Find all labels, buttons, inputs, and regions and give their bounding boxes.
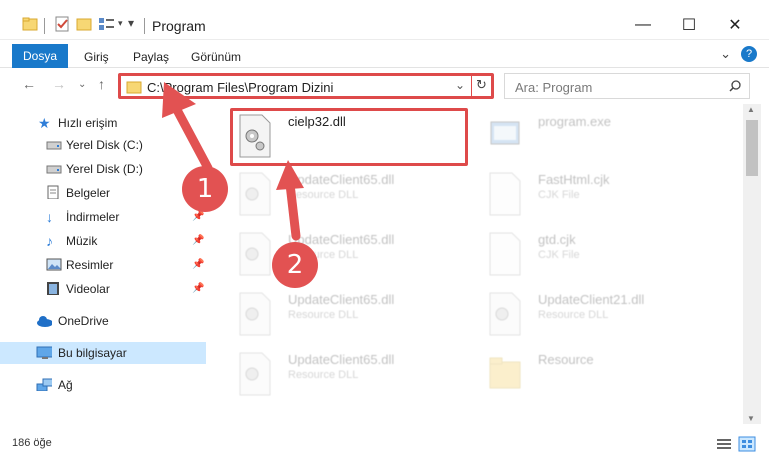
step-1-badge: 1 [182,166,228,212]
step-2-badge: 2 [272,242,318,288]
arrow-1 [162,82,213,173]
arrow-2 [276,160,304,241]
annotation-arrows [162,82,304,241]
